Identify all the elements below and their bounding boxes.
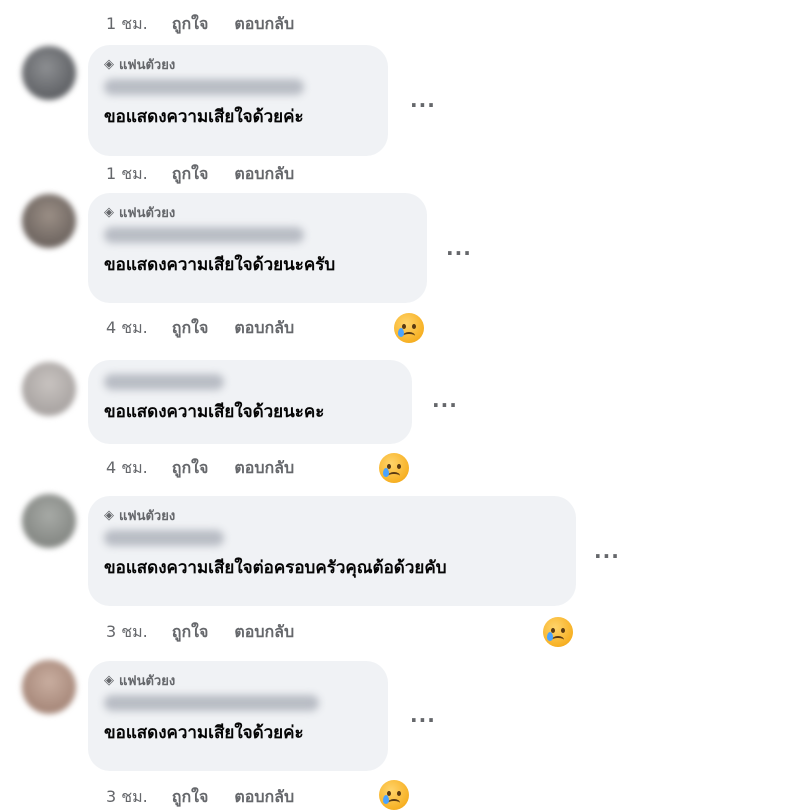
gem-icon: ◈	[104, 204, 114, 220]
like-link[interactable]: ถูกใจ	[172, 456, 209, 481]
gem-icon: ◈	[104, 672, 114, 688]
commenter-name[interactable]	[104, 695, 319, 711]
commenter-name[interactable]	[104, 227, 304, 243]
like-link[interactable]: ถูกใจ	[172, 785, 209, 810]
comment-meta-row: 3 ชม. ถูกใจ ตอบกลับ	[106, 620, 294, 644]
badge-label: แฟนตัวยง	[119, 673, 176, 689]
comment-time: 4 ชม.	[106, 457, 148, 477]
like-link[interactable]: ถูกใจ	[172, 162, 209, 187]
reply-link[interactable]: ตอบกลับ	[234, 162, 294, 187]
reply-link[interactable]: ตอบกลับ	[234, 456, 294, 481]
reply-link[interactable]: ตอบกลับ	[234, 620, 294, 645]
reply-link[interactable]: ตอบกลับ	[234, 785, 294, 810]
badge-label: แฟนตัวยง	[119, 57, 176, 73]
sad-reaction-icon[interactable]	[394, 313, 424, 343]
comment-text: ขอแสดงความเสียใจด้วยนะคะ	[104, 402, 325, 422]
comment-bubble: ◈ แฟนตัวยง ขอแสดงความเสียใจด้วยนะครับ	[88, 193, 427, 303]
avatar[interactable]	[22, 46, 76, 100]
comment-text: ขอแสดงความเสียใจด้วยนะครับ	[104, 255, 336, 275]
like-link[interactable]: ถูกใจ	[172, 316, 209, 341]
comment-bubble: ◈ แฟนตัวยง ขอแสดงความเสียใจต่อครอบครัวคุ…	[88, 496, 576, 606]
like-link[interactable]: ถูกใจ	[172, 620, 209, 645]
comment-time: 3 ชม.	[106, 621, 148, 641]
commenter-name[interactable]	[104, 79, 304, 95]
badge-label: แฟนตัวยง	[119, 205, 176, 221]
avatar[interactable]	[22, 362, 76, 416]
comment-bubble: ◈ แฟนตัวยง ขอแสดงความเสียใจด้วยค่ะ	[88, 661, 388, 771]
comment-time: 1 ชม.	[106, 13, 148, 33]
top-fan-badge: ◈ แฟนตัวยง	[104, 506, 560, 524]
sad-reaction-icon[interactable]	[379, 780, 409, 810]
comment-meta-row: 1 ชม. ถูกใจ ตอบกลับ	[106, 12, 294, 36]
reply-link[interactable]: ตอบกลับ	[234, 316, 294, 341]
more-dots-icon[interactable]: ...	[446, 236, 472, 260]
comment-bubble: ขอแสดงความเสียใจด้วยนะคะ	[88, 360, 412, 444]
like-link[interactable]: ถูกใจ	[172, 12, 209, 37]
commenter-name[interactable]	[104, 530, 224, 546]
top-fan-badge: ◈ แฟนตัวยง	[104, 671, 372, 689]
gem-icon: ◈	[104, 56, 114, 72]
comment-time: 1 ชม.	[106, 163, 148, 183]
sad-reaction-icon[interactable]	[379, 453, 409, 483]
sad-reaction-icon[interactable]	[543, 617, 573, 647]
avatar[interactable]	[22, 194, 76, 248]
more-dots-icon[interactable]: ...	[432, 388, 458, 412]
more-dots-icon[interactable]: ...	[410, 703, 436, 727]
avatar[interactable]	[22, 494, 76, 548]
comment-time: 3 ชม.	[106, 786, 148, 806]
avatar[interactable]	[22, 660, 76, 714]
badge-label: แฟนตัวยง	[119, 508, 176, 524]
top-fan-badge: ◈ แฟนตัวยง	[104, 55, 372, 73]
comment-time: 4 ชม.	[106, 317, 148, 337]
comment-bubble: ◈ แฟนตัวยง ขอแสดงความเสียใจด้วยค่ะ	[88, 45, 388, 156]
comment-meta-row: 4 ชม. ถูกใจ ตอบกลับ	[106, 456, 294, 480]
comment-meta-row: 1 ชม. ถูกใจ ตอบกลับ	[106, 162, 294, 186]
comment-meta-row: 4 ชม. ถูกใจ ตอบกลับ	[106, 316, 294, 340]
comment-text: ขอแสดงความเสียใจต่อครอบครัวคุณต้อด้วยคับ	[104, 558, 447, 578]
top-fan-badge: ◈ แฟนตัวยง	[104, 203, 411, 221]
commenter-name[interactable]	[104, 374, 224, 390]
reply-link[interactable]: ตอบกลับ	[234, 12, 294, 37]
gem-icon: ◈	[104, 507, 114, 523]
comment-meta-row: 3 ชม. ถูกใจ ตอบกลับ	[106, 785, 294, 809]
more-dots-icon[interactable]: ...	[410, 88, 436, 112]
comment-text: ขอแสดงความเสียใจด้วยค่ะ	[104, 723, 304, 743]
more-dots-icon[interactable]: ...	[594, 539, 620, 563]
comment-text: ขอแสดงความเสียใจด้วยค่ะ	[104, 107, 304, 127]
